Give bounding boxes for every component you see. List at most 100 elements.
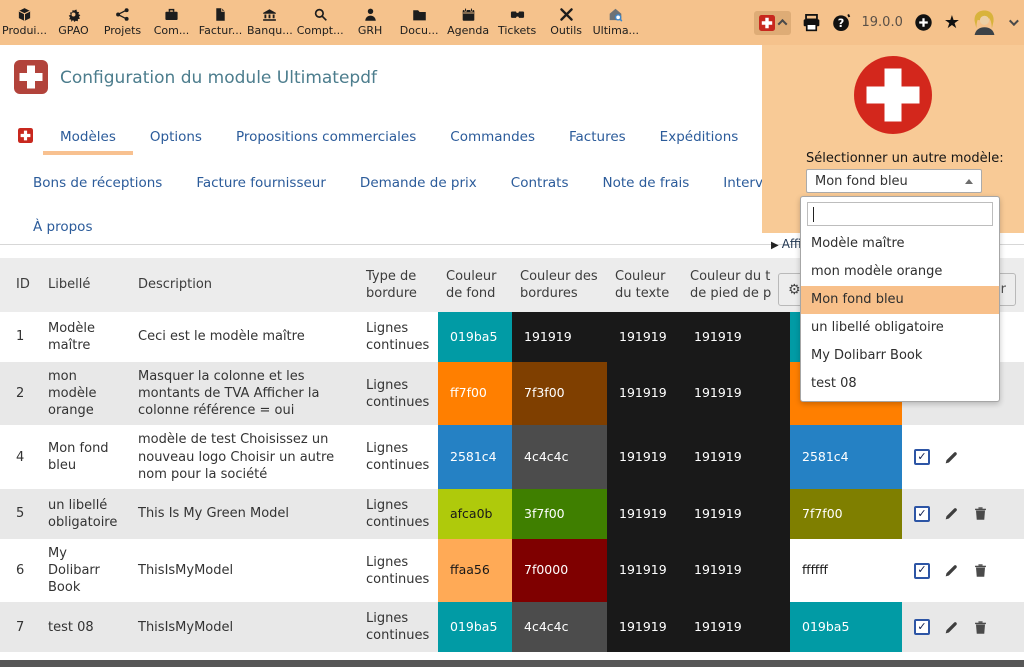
menu-item-compt[interactable]: Compt... xyxy=(295,0,346,45)
active-module-badge[interactable] xyxy=(754,11,791,35)
chevron-down-icon[interactable] xyxy=(1009,16,1019,26)
color-hex-value: 191919 xyxy=(607,362,682,425)
border-type: Lignes continues xyxy=(358,489,438,539)
add-icon[interactable] xyxy=(914,13,933,32)
tab-propositions-commerciales[interactable]: Propositions commerciales xyxy=(219,124,433,155)
row-actions: ✓ xyxy=(902,489,1024,539)
dropdown-option-my-dolibarr-book[interactable]: My Dolibarr Book xyxy=(801,342,999,370)
print-icon[interactable] xyxy=(802,13,821,32)
tab-facture-fournisseur[interactable]: Facture fournisseur xyxy=(179,170,343,201)
row-select-checkbox[interactable]: ✓ xyxy=(914,619,930,635)
delete-trash-icon[interactable] xyxy=(973,620,988,635)
dropdown-option-mon-fond-bleu[interactable]: Mon fond bleu xyxy=(801,286,999,314)
model-select[interactable]: Mon fond bleu xyxy=(806,169,982,193)
color-swatch-cell: 191919 xyxy=(607,312,682,362)
column-header-couleur-du-texte: Couleur du texte xyxy=(607,258,682,312)
row-actions: ✓ xyxy=(902,539,1024,602)
color-swatch-cell: ffaa56 xyxy=(438,539,512,602)
dropdown-option-test-08[interactable]: test 08 xyxy=(801,370,999,398)
bottom-scrollbar[interactable] xyxy=(0,660,1024,667)
tools-icon xyxy=(559,7,574,22)
tab-bons-de-r-ceptions[interactable]: Bons de réceptions xyxy=(16,170,179,201)
tab-commandes[interactable]: Commandes xyxy=(433,124,552,155)
mrp-icon xyxy=(66,7,81,22)
color-swatch-cell: 191919 xyxy=(607,602,682,652)
edit-pencil-icon[interactable] xyxy=(944,620,959,635)
color-hex-value: 4c4c4c xyxy=(512,425,607,488)
collapse-caret-icon: ▶ xyxy=(771,240,779,251)
row-select-checkbox[interactable]: ✓ xyxy=(914,506,930,522)
color-swatch-cell: afca0b xyxy=(438,489,512,539)
user-avatar[interactable] xyxy=(971,9,998,36)
row-id: 4 xyxy=(0,425,40,488)
menu-item-factur[interactable]: Factur... xyxy=(196,0,245,45)
main-menu: Produi...GPAOProjetsCom...Factur...Banqu… xyxy=(0,0,641,45)
menu-item-docu[interactable]: Docu... xyxy=(395,0,444,45)
tab-exp-ditions[interactable]: Expéditions xyxy=(643,124,756,155)
menu-item-projets[interactable]: Projets xyxy=(98,0,147,45)
color-swatch-cell: 191919 xyxy=(607,539,682,602)
column-header-description: Description xyxy=(130,258,358,312)
dropdown-option-mon-mod-le-orange[interactable]: mon modèle orange xyxy=(801,258,999,286)
menu-item-banqu[interactable]: Banqu... xyxy=(245,0,295,45)
edit-pencil-icon[interactable] xyxy=(944,506,959,521)
projects-icon xyxy=(115,7,130,22)
color-hex-value: 191919 xyxy=(607,425,682,488)
model-description: Masquer la colonne et les montants de TV… xyxy=(130,362,358,425)
dropdown-search-input[interactable] xyxy=(807,202,993,226)
color-swatch-cell: 191919 xyxy=(512,312,607,362)
topbar-right-tools: ? 19.0.0 ★ xyxy=(754,0,1024,45)
color-hex-value: 3f7f00 xyxy=(512,489,607,539)
color-swatch-cell: 4c4c4c xyxy=(512,425,607,488)
delete-trash-icon[interactable] xyxy=(973,563,988,578)
color-swatch-cell: ffffff xyxy=(790,539,902,602)
menu-item-gpao[interactable]: GPAO xyxy=(49,0,98,45)
hrm-icon xyxy=(363,7,378,22)
color-hex-value: 2581c4 xyxy=(438,425,512,488)
color-swatch-cell: 191919 xyxy=(682,539,790,602)
bank-icon xyxy=(262,7,277,22)
tab-demande-de-prix[interactable]: Demande de prix xyxy=(343,170,494,201)
tab-note-de-frais[interactable]: Note de frais xyxy=(585,170,706,201)
color-hex-value: 191919 xyxy=(682,602,790,652)
row-actions: ✓ xyxy=(902,602,1024,652)
model-select-label: Sélectionner un autre modèle: xyxy=(806,151,1004,166)
color-hex-value: 191919 xyxy=(682,362,790,425)
tickets-icon xyxy=(510,7,525,22)
edit-pencil-icon[interactable] xyxy=(944,563,959,578)
agenda-icon xyxy=(461,7,476,22)
bookmark-star-icon[interactable]: ★ xyxy=(944,14,960,32)
model-dropdown: Modèle maîtremon modèle orangeMon fond b… xyxy=(800,196,1000,402)
menu-item-com[interactable]: Com... xyxy=(147,0,196,45)
tab-factures[interactable]: Factures xyxy=(552,124,643,155)
tab-options[interactable]: Options xyxy=(133,124,219,155)
model-label: Mon fond bleu xyxy=(40,425,130,488)
dropdown-option-un-libell-obligatoire[interactable]: un libellé obligatoire xyxy=(801,314,999,342)
tab-contrats[interactable]: Contrats xyxy=(494,170,586,201)
help-icon[interactable]: ? xyxy=(832,13,851,32)
color-swatch-cell: 2581c4 xyxy=(438,425,512,488)
menu-item-ultima[interactable]: Ultima... xyxy=(591,0,641,45)
text-cursor xyxy=(813,207,814,222)
edit-pencil-icon[interactable] xyxy=(944,450,959,465)
menu-item-tickets[interactable]: Tickets xyxy=(493,0,542,45)
color-hex-value: afca0b xyxy=(438,489,512,539)
row-select-checkbox[interactable]: ✓ xyxy=(914,449,930,465)
menu-item-outils[interactable]: Outils xyxy=(542,0,591,45)
column-header-type-de-bordure: Type de bordure xyxy=(358,258,438,312)
tab-propos[interactable]: À propos xyxy=(16,214,109,245)
module-tab-icon xyxy=(18,128,33,143)
color-swatch-cell: 191919 xyxy=(607,362,682,425)
menu-item-produi[interactable]: Produi... xyxy=(0,0,49,45)
menu-item-grh[interactable]: GRH xyxy=(346,0,395,45)
color-hex-value: 191919 xyxy=(682,539,790,602)
color-swatch-cell: 019ba5 xyxy=(790,602,902,652)
delete-trash-icon[interactable] xyxy=(973,506,988,521)
tab-mod-les[interactable]: Modèles xyxy=(43,124,133,155)
dropdown-option-mod-le-ma-tre[interactable]: Modèle maître xyxy=(801,230,999,258)
model-label: My Dolibarr Book xyxy=(40,539,130,602)
row-select-checkbox[interactable]: ✓ xyxy=(914,563,930,579)
table-row: 5un libellé obligatoireThis Is My Green … xyxy=(0,489,1024,539)
color-hex-value: 4c4c4c xyxy=(512,602,607,652)
menu-item-agenda[interactable]: Agenda xyxy=(444,0,493,45)
